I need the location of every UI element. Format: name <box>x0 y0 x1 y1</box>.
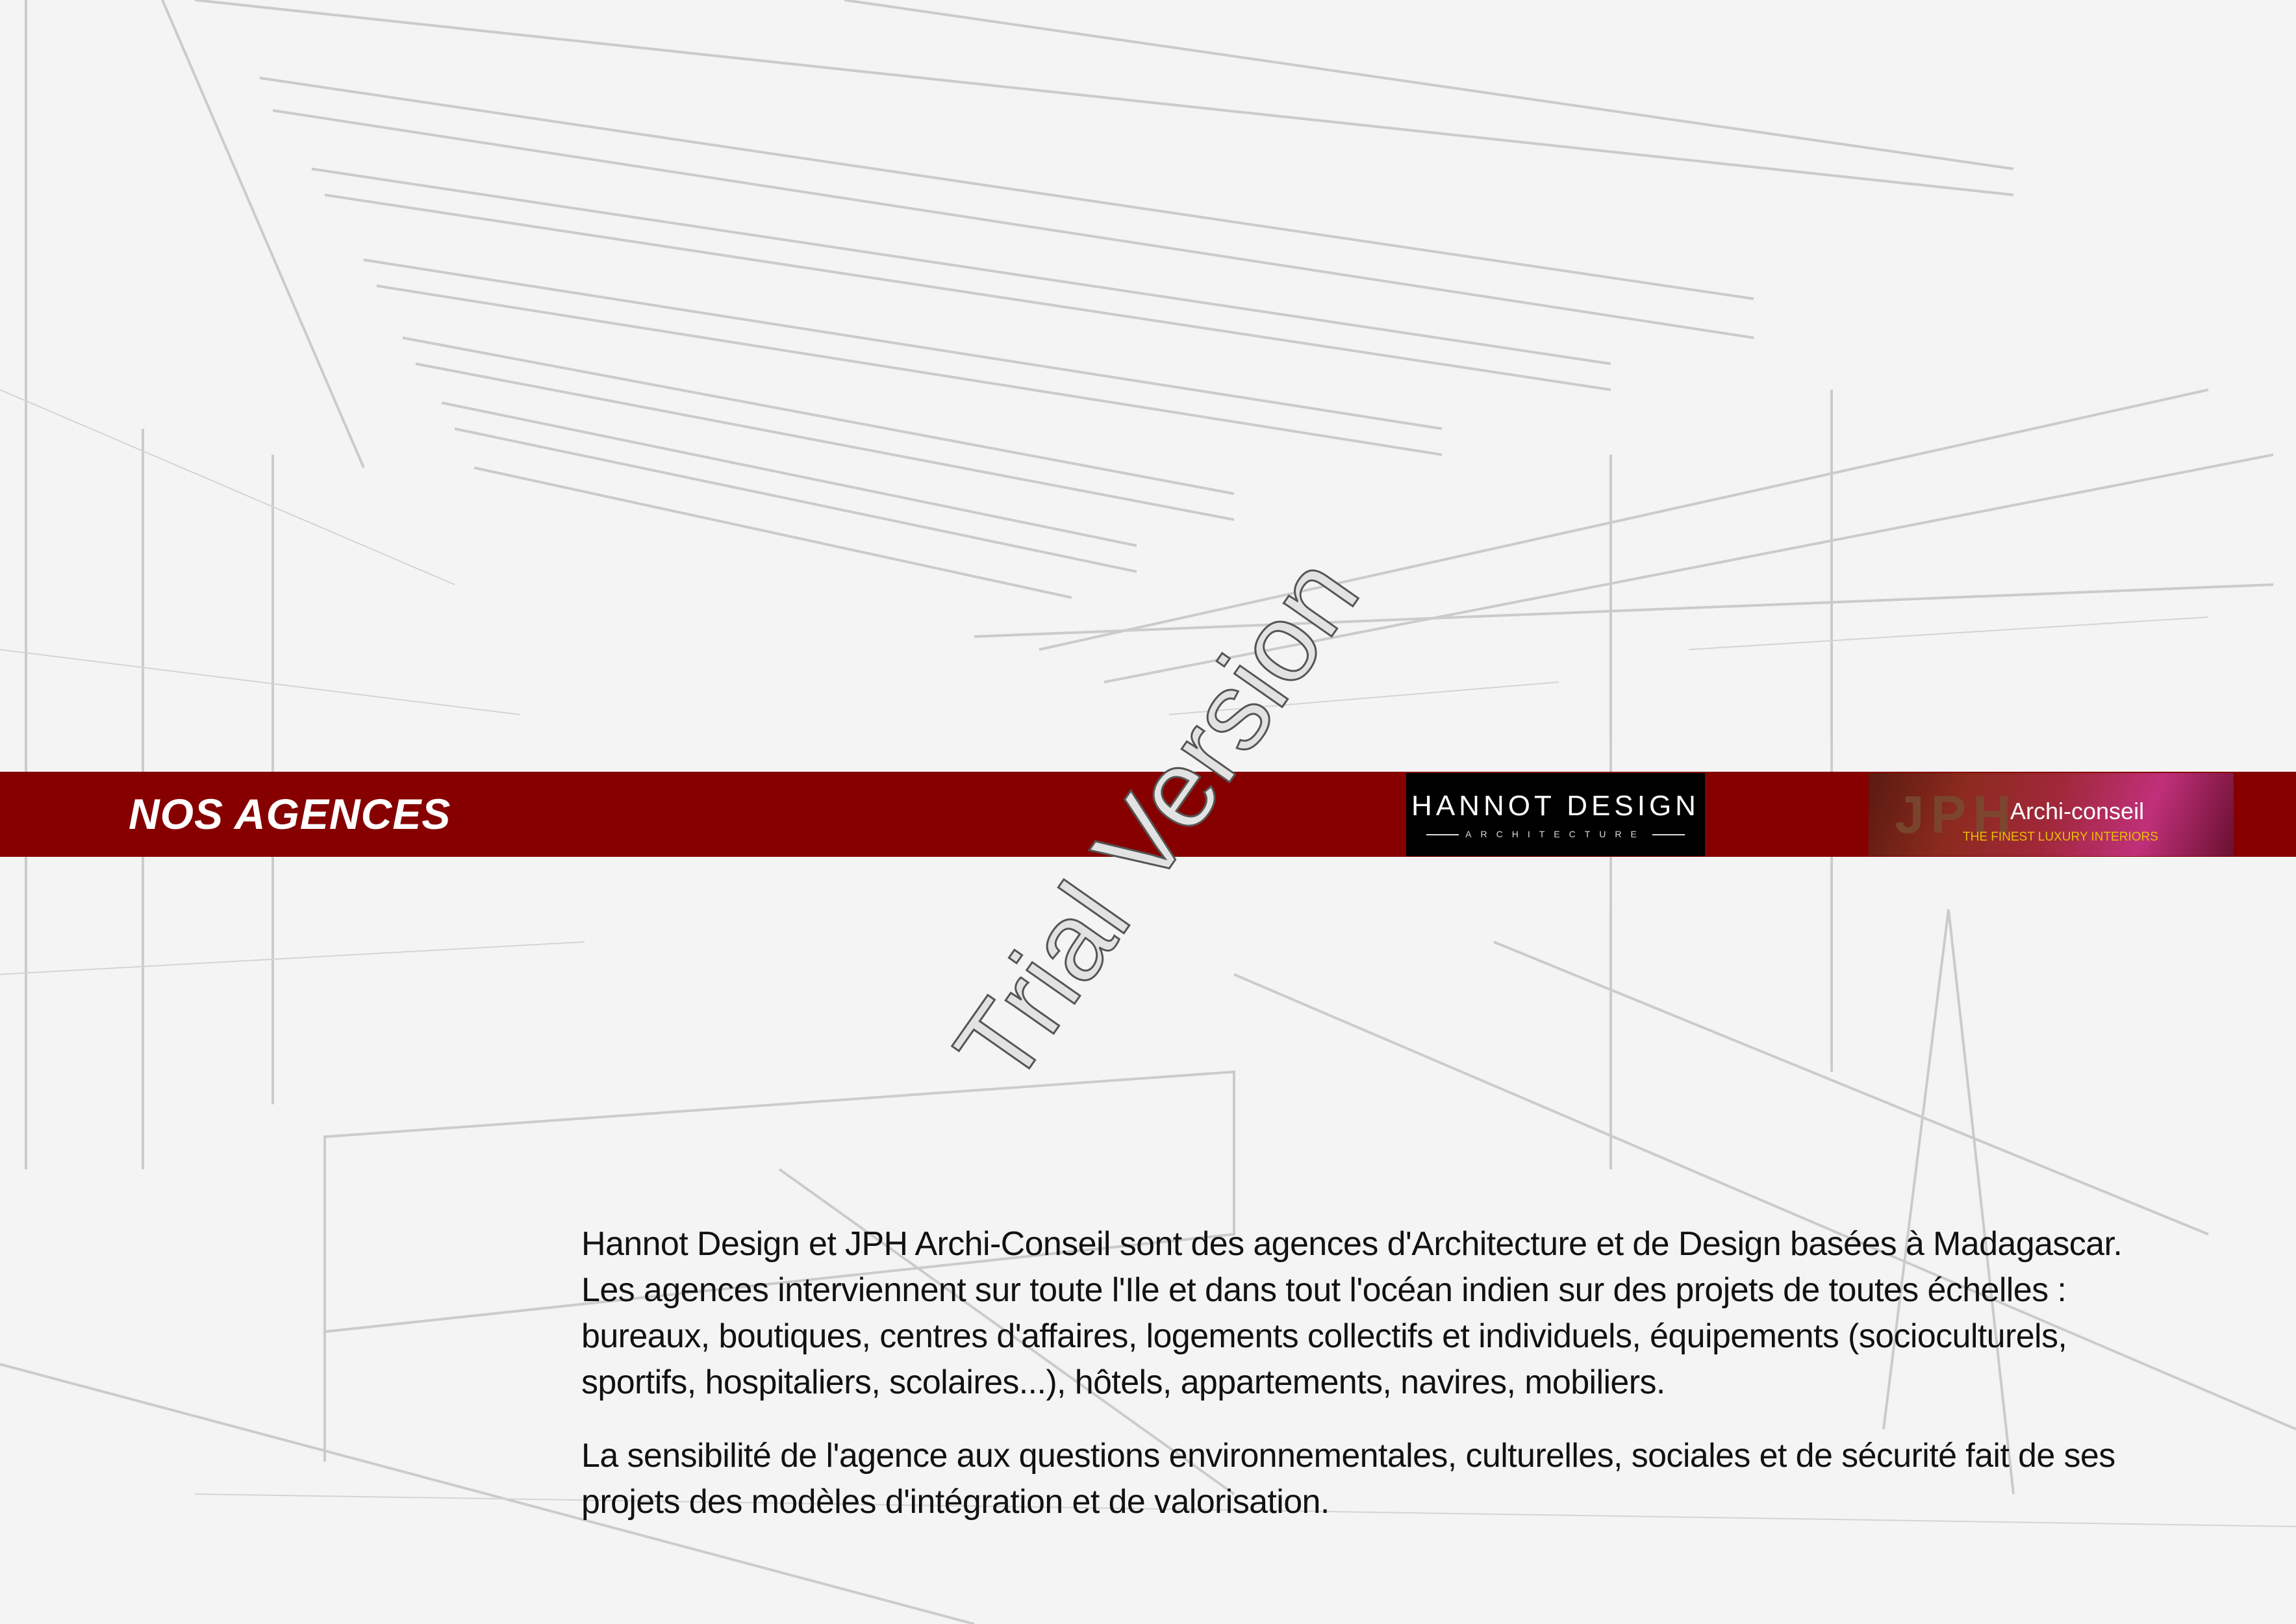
text-line: Les agences interviennent sur toute l'Il… <box>581 1271 2067 1309</box>
hannot-logo-name: HANNOT DESIGN <box>1411 790 1700 822</box>
text-line: bureaux, boutiques, centres d'affaires, … <box>581 1317 2067 1355</box>
jph-logo-tagline: THE FINEST LUXURY INTERIORS <box>1963 830 2158 844</box>
hannot-logo-subtitle: ARCHITECTURE <box>1406 829 1705 839</box>
text-line: projets des modèles d'intégration et de … <box>581 1483 1330 1521</box>
paragraph-sensibility: La sensibilité de l'agence aux questions… <box>581 1433 2244 1525</box>
section-title: NOS AGENCES <box>129 790 451 838</box>
text-line: La sensibilité de l'agence aux questions… <box>581 1437 2115 1475</box>
jph-logo-name: Archi-conseil <box>2010 798 2145 824</box>
text-line: sportifs, hospitaliers, scolaires...), h… <box>581 1364 1665 1401</box>
agency-description: Hannot Design et JPH Archi-Conseil sont … <box>581 1221 2244 1553</box>
paragraph-intro: Hannot Design et JPH Archi-Conseil sont … <box>581 1221 2244 1406</box>
hannot-design-logo: HANNOT DESIGN ARCHITECTURE <box>1406 773 1705 856</box>
text-line: Hannot Design et JPH Archi-Conseil sont … <box>581 1225 2123 1263</box>
jph-archi-conseil-logo: JPH Archi-conseil THE FINEST LUXURY INTE… <box>1869 773 2234 856</box>
